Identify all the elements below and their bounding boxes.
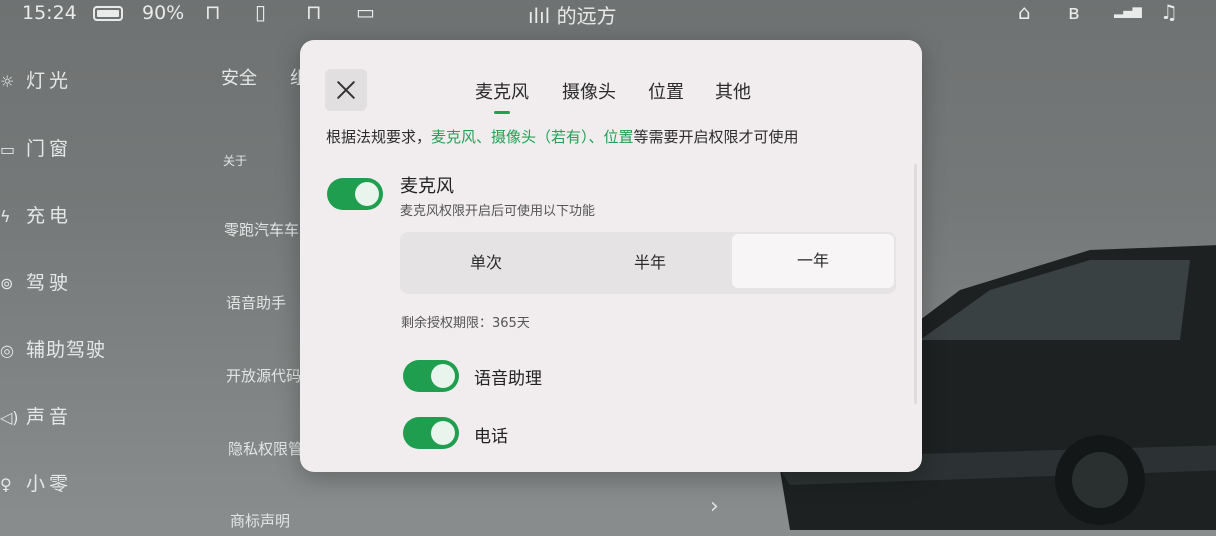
now-playing-title[interactable]: ılıl 的远方 (528, 0, 617, 29)
list-item[interactable]: 隐私权限管 (228, 438, 303, 459)
permission-description: 麦克风权限开启后可使用以下功能 (400, 204, 596, 219)
remaining-authorization: 剩余授权期限：365天 (401, 316, 530, 331)
toggle-knob (355, 182, 379, 206)
nav-item-doors[interactable]: ▭ 门窗 (0, 134, 72, 161)
battery-percent: 90% (142, 2, 185, 24)
duration-half-year[interactable]: 半年 (565, 232, 735, 294)
permission-title: 麦克风 (400, 176, 454, 197)
tab-microphone[interactable]: 麦克风 (475, 78, 529, 114)
battery-icon (93, 6, 123, 21)
notice-highlight: 麦克风、摄像头（若有）、位置 (431, 128, 634, 146)
toggle-knob (431, 421, 455, 445)
toggle-knob (431, 364, 455, 388)
bolt-icon: ϟ (0, 207, 11, 226)
legal-notice: 根据法规要求，麦克风、摄像头（若有）、位置等需要开启权限才可使用 (326, 126, 799, 147)
nav-item-label: 驾驶 (26, 272, 73, 294)
phone-vibrate-icon[interactable]: ▯ (255, 0, 266, 24)
list-item[interactable]: 开放源代码 (226, 365, 301, 386)
door-icon: ▭ (0, 140, 16, 159)
tab-safety[interactable]: 安全 (221, 64, 257, 90)
nav-item-label: 声音 (26, 406, 73, 428)
phone-toggle[interactable] (403, 417, 459, 449)
nav-item-label: 辅助驾驶 (26, 339, 107, 361)
list-item[interactable]: 零跑汽车车 (224, 219, 299, 240)
trash-icon[interactable]: ⌂ (1018, 0, 1031, 24)
speaker-icon: ◁) (0, 408, 19, 427)
tab-location[interactable]: 位置 (648, 78, 684, 104)
steering-wheel-icon: ⊚ (0, 274, 14, 293)
microphone-toggle[interactable] (327, 178, 383, 210)
nav-item-driving[interactable]: ⊚ 驾驶 (0, 268, 72, 295)
notice-prefix: 根据法规要求， (326, 128, 432, 146)
tab-camera[interactable]: 摄像头 (562, 78, 616, 104)
assist-icon: ◎ (0, 341, 14, 360)
nav-item-label: 灯光 (26, 70, 73, 92)
duration-one-year[interactable]: 一年 (732, 234, 894, 288)
nav-item-label: 门窗 (26, 138, 73, 160)
voice-assistant-toggle[interactable] (403, 360, 459, 392)
privacy-permission-dialog: 麦克风 摄像头 位置 其他 根据法规要求，麦克风、摄像头（若有）、位置等需要开启… (300, 40, 922, 472)
nav-item-sound[interactable]: ◁) 声音 (0, 402, 72, 429)
nav-item-lights[interactable]: ☼ 灯光 (0, 66, 72, 93)
nav-item-assisted-driving[interactable]: ◎ 辅助驾驶 (0, 335, 106, 362)
close-icon[interactable] (325, 69, 367, 111)
nav-item-label: 充电 (26, 205, 73, 227)
notice-suffix: 等需要开启权限才可使用 (633, 128, 799, 146)
bell-icon[interactable]: ♫ (1160, 0, 1178, 24)
chevron-right-icon: › (710, 494, 719, 519)
list-item[interactable]: 商标声明 (230, 510, 290, 531)
nav-item-charging[interactable]: ϟ 充电 (0, 201, 72, 228)
lock-open-icon[interactable]: ⊓ (205, 0, 221, 24)
nav-item-label: 小零 (26, 473, 73, 495)
clock: 15:24 (22, 2, 77, 24)
nav-item-assistant[interactable]: ♀ 小零 (0, 469, 72, 496)
voice-assistant-label: 语音助理 (474, 369, 542, 389)
section-about: 关于 (223, 154, 248, 168)
tab-other[interactable]: 其他 (715, 78, 751, 104)
phone-label: 电话 (474, 427, 508, 447)
lock-rotate-icon[interactable]: ⊓ (306, 0, 322, 24)
assistant-icon: ♀ (0, 475, 12, 494)
bluetooth-icon[interactable]: ʙ (1068, 0, 1080, 24)
duration-once[interactable]: 单次 (400, 232, 572, 294)
sun-icon: ☼ (0, 72, 15, 91)
status-bar: 15:24 90% ⊓ ▯ ⊓ ▭ ılıl 的远方 ⌂ ʙ ▂▄▆ ♫ (0, 0, 1216, 30)
duration-selector: 单次 半年 一年 (400, 232, 896, 294)
signal-4g-icon: ▂▄▆ (1114, 4, 1142, 18)
list-item[interactable]: 语音助手 (226, 292, 286, 313)
scrollbar[interactable] (914, 164, 917, 404)
dashcam-icon[interactable]: ▭ (356, 0, 375, 24)
